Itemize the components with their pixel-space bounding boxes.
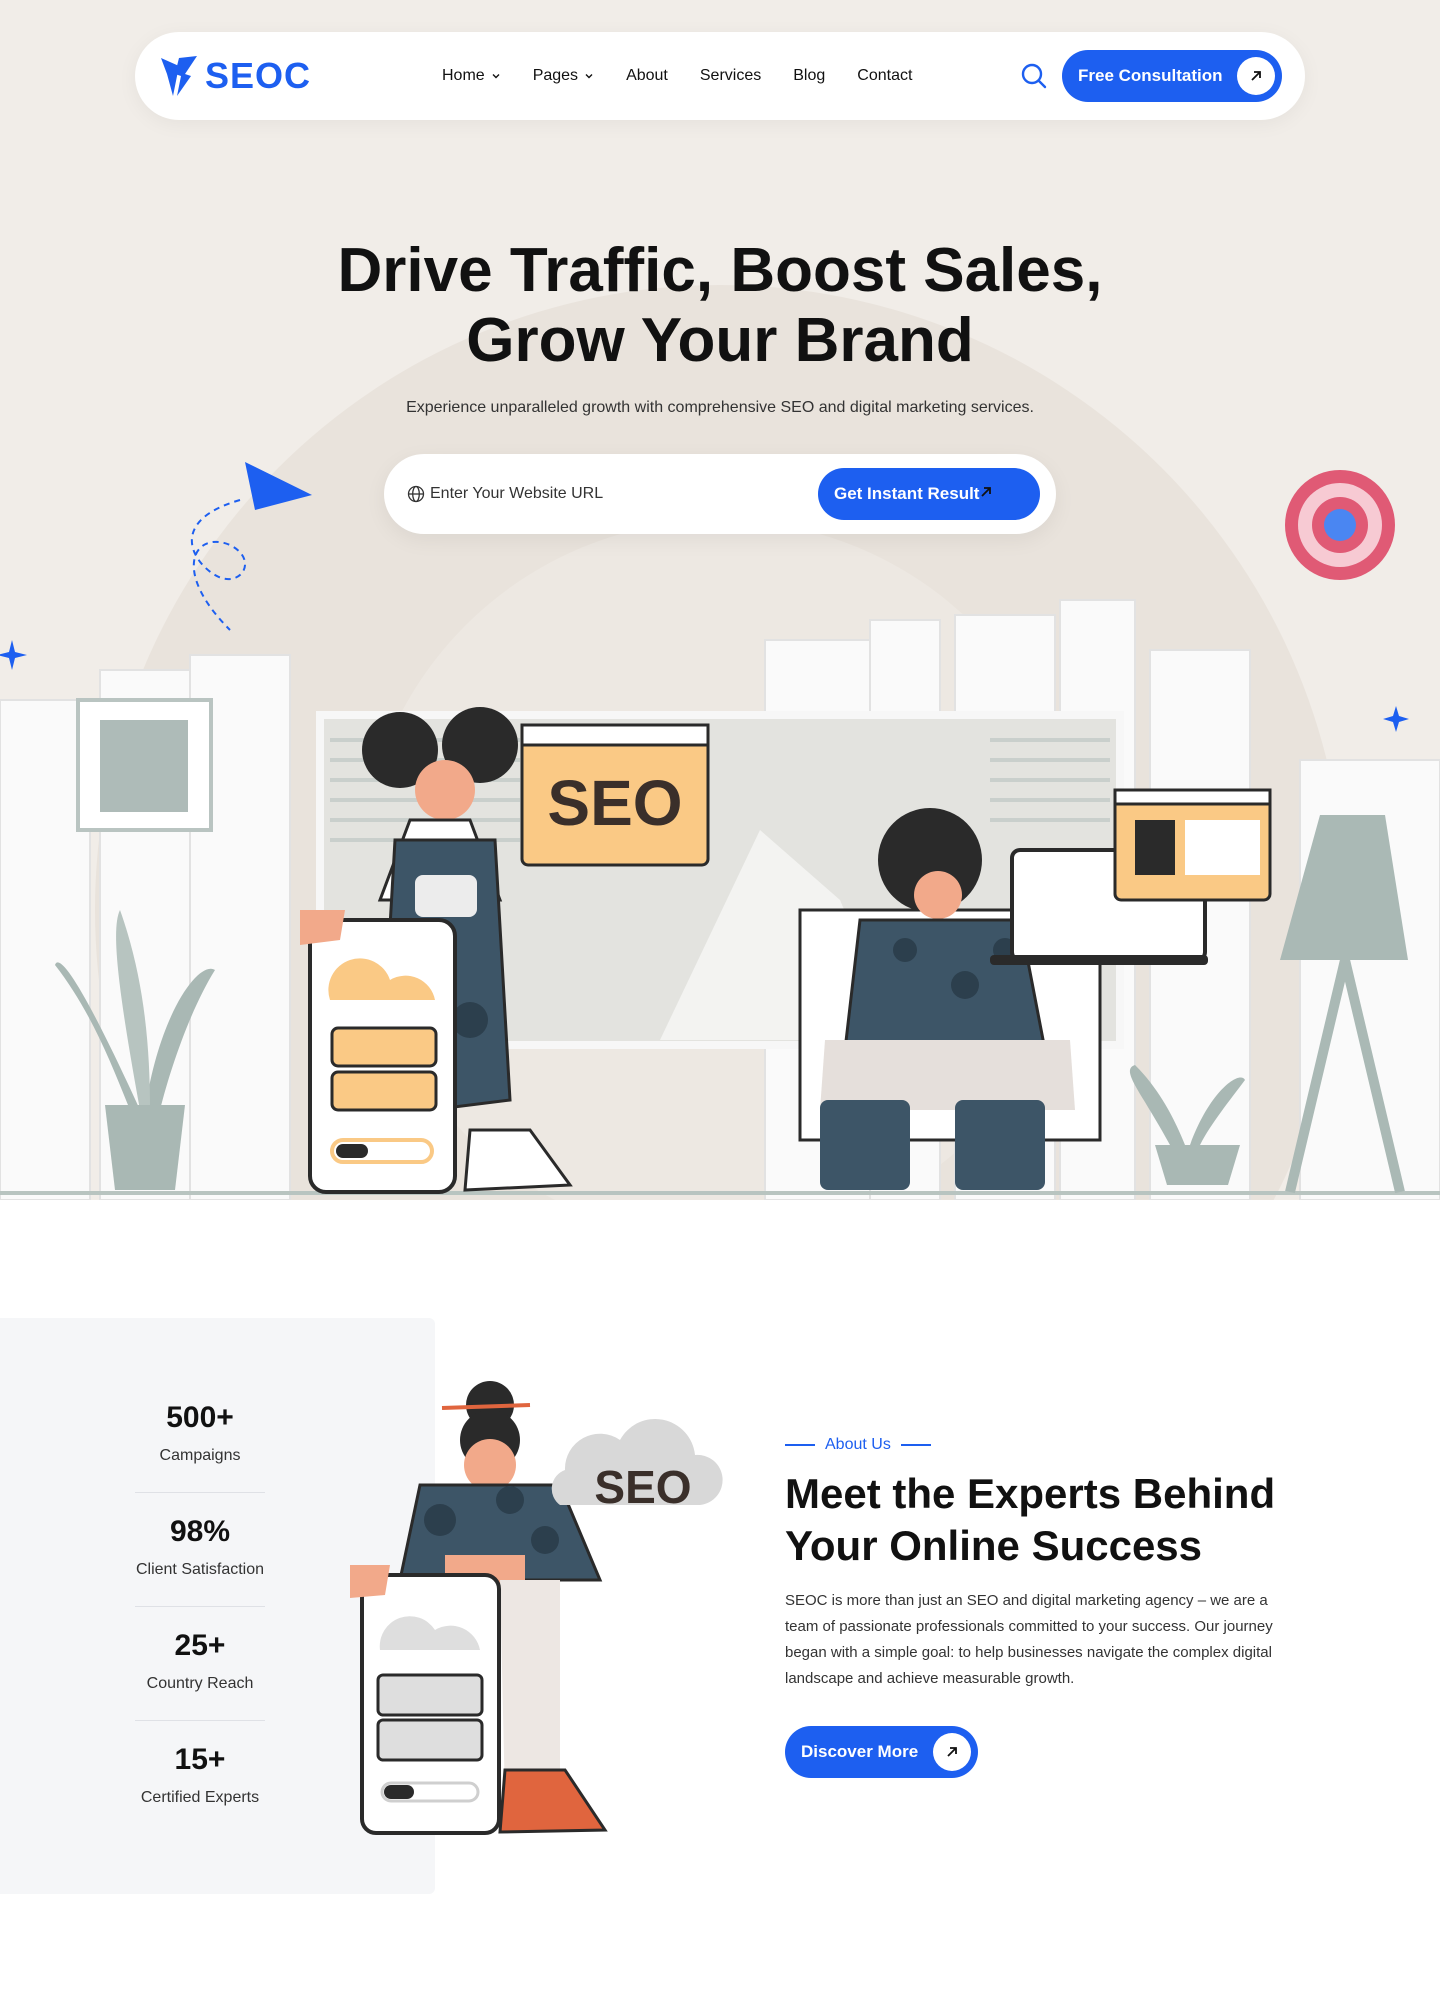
stat-country-reach: 25+ Country Reach [135, 1629, 265, 1693]
about-description: SEOC is more than just an SEO and digita… [785, 1592, 1273, 1687]
chevron-down-icon [585, 74, 593, 79]
nav-item-label: Contact [857, 67, 913, 84]
hero-title-line1: Drive Traffic, Boost Sales, [337, 236, 1103, 305]
hero-section: SEO SEOC Home Pages About Services Blog … [0, 0, 1440, 1200]
nav-item-services[interactable]: Services [700, 67, 761, 85]
eyebrow-line [900, 1444, 931, 1446]
globe-icon [407, 485, 425, 503]
free-consultation-button[interactable]: Free Consultation [1062, 50, 1282, 102]
logo-icon [161, 56, 197, 96]
nav-item-label: Blog [793, 67, 826, 84]
cta-label: Free Consultation [1078, 66, 1223, 85]
stat-value: 98% [169, 1515, 231, 1548]
about-seo-sign-text: SEO [594, 1461, 691, 1513]
search-icon[interactable] [1020, 62, 1048, 90]
stat-label: Campaigns [159, 1447, 241, 1464]
website-url-form: Get Instant Result [384, 454, 1056, 534]
main-navbar: SEOC Home Pages About Services Blog Cont… [135, 32, 1305, 120]
hero-seo-sign-text: SEO [547, 767, 682, 839]
nav-item-about[interactable]: About [626, 67, 668, 85]
arrow-up-right-icon [933, 1733, 971, 1771]
eyebrow-label: About Us [825, 1436, 891, 1453]
stat-value: 15+ [174, 1743, 226, 1776]
stat-value: 500+ [166, 1401, 234, 1434]
website-url-input[interactable] [430, 476, 790, 512]
hero-illustration: SEO [0, 462, 1440, 1200]
about-title: Meet the Experts Behind Your Online Succ… [785, 1470, 1276, 1569]
logo-text: SEOC [205, 55, 312, 96]
stat-certified-experts: 15+ Certified Experts [135, 1743, 265, 1807]
stat-label: Certified Experts [140, 1789, 260, 1806]
arrow-up-right-icon [1237, 57, 1275, 95]
stat-client-satisfaction: 98% Client Satisfaction [135, 1515, 265, 1579]
arrow-up-right-icon [979, 484, 993, 504]
stat-label: Country Reach [146, 1675, 254, 1692]
discover-more-label: Discover More [801, 1742, 919, 1761]
nav-item-label: Services [699, 67, 762, 84]
url-button-label: Get Instant Result [834, 484, 980, 503]
nav-item-label: About [626, 67, 668, 84]
chevron-down-icon [492, 74, 500, 79]
nav-item-blog[interactable]: Blog [793, 67, 825, 85]
stat-campaigns: 500+ Campaigns [135, 1401, 265, 1465]
stat-divider [135, 1492, 265, 1493]
get-instant-result-button[interactable]: Get Instant Result [818, 468, 1040, 520]
nav-item-home[interactable]: Home [442, 67, 501, 85]
logo[interactable]: SEOC [159, 52, 311, 100]
nav-item-contact[interactable]: Contact [857, 67, 912, 85]
about-eyebrow: About Us [785, 1436, 931, 1454]
nav-item-label: Home [442, 67, 485, 84]
eyebrow-line [785, 1444, 815, 1446]
stat-value: 25+ [174, 1629, 226, 1662]
discover-more-button[interactable]: Discover More [785, 1726, 978, 1778]
stat-divider [135, 1720, 265, 1721]
stat-label: Client Satisfaction [135, 1561, 265, 1578]
nav-item-label: Pages [532, 67, 579, 84]
nav-item-pages[interactable]: Pages [533, 67, 594, 85]
stat-divider [135, 1606, 265, 1607]
nav-menu: Home Pages About Services Blog Contact [442, 32, 912, 120]
hero-title: Drive Traffic, Boost Sales, Grow Your Br… [0, 236, 1440, 376]
hero-subtitle: Experience unparalleled growth with comp… [406, 399, 1034, 416]
hero-title-line2: Grow Your Brand [466, 306, 974, 375]
